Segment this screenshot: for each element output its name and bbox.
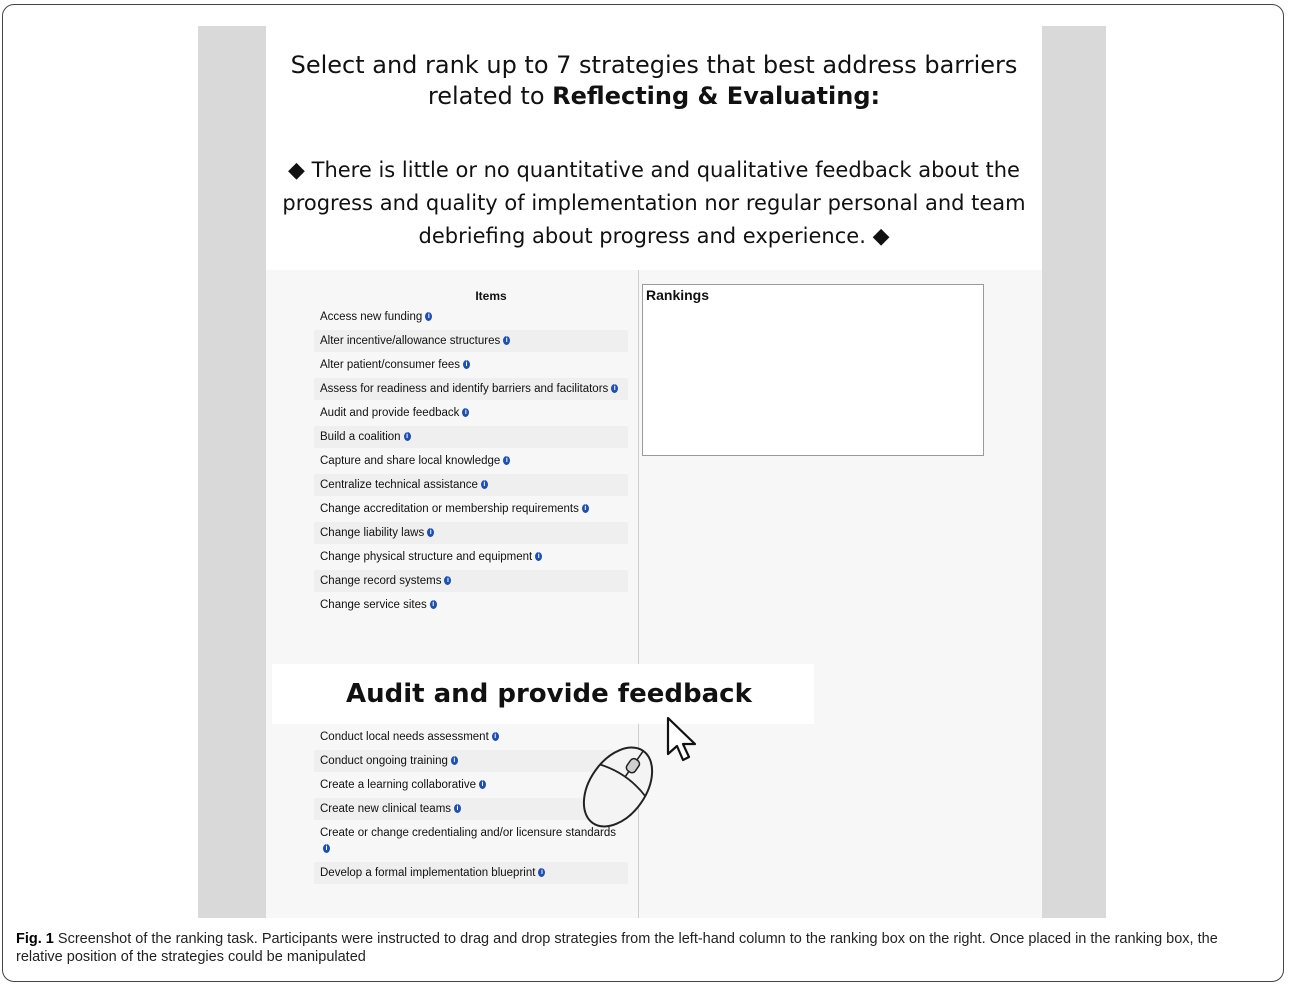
list-item[interactable]: Change service sites i <box>314 594 628 616</box>
prompt-line-1: Select and rank up to 7 strategies that … <box>290 51 1018 79</box>
rankings-dropzone[interactable]: Rankings <box>642 284 984 456</box>
list-item[interactable]: Change liability laws i <box>314 522 628 544</box>
figure-caption: Fig. 1 Screenshot of the ranking task. P… <box>16 930 1266 966</box>
ranking-page: Select and rank up to 7 strategies that … <box>266 26 1042 918</box>
list-item-label: Develop a formal implementation blueprin… <box>320 867 536 879</box>
list-item[interactable]: Audit and provide feedback i <box>314 402 628 424</box>
info-icon[interactable]: i <box>454 804 462 814</box>
list-item-label: Conduct ongoing training <box>320 755 448 767</box>
mouse-icon <box>582 746 654 828</box>
info-icon[interactable]: i <box>403 432 411 442</box>
list-item-label: Access new funding <box>320 311 423 323</box>
caption-label: Fig. 1 <box>16 931 54 947</box>
list-item[interactable]: Centralize technical assistance i <box>314 474 628 496</box>
info-icon[interactable]: i <box>444 576 452 586</box>
info-icon[interactable]: i <box>480 480 488 490</box>
info-icon[interactable]: i <box>427 528 435 538</box>
list-item-label: Create new clinical teams <box>320 803 452 815</box>
list-item-label: Conduct local needs assessment <box>320 731 489 743</box>
list-item-label: Alter patient/consumer fees <box>320 359 460 371</box>
caption-text: Screenshot of the ranking task. Particip… <box>16 931 1218 965</box>
diamond-icon: ◆ <box>288 158 305 183</box>
list-item-label: Audit and provide feedback <box>320 407 460 419</box>
rankings-label: Rankings <box>646 287 710 303</box>
info-icon[interactable]: i <box>429 600 437 610</box>
prompt-text: Select and rank up to 7 strategies that … <box>266 50 1042 112</box>
list-item[interactable]: Build a coalition i <box>314 426 628 448</box>
info-icon[interactable]: i <box>535 552 543 562</box>
barrier-line-3: debriefing about progress and experience… <box>418 224 866 248</box>
list-item-label: Centralize technical assistance <box>320 479 478 491</box>
list-item[interactable]: Access new funding i <box>314 306 628 328</box>
list-item[interactable]: Change accreditation or membership requi… <box>314 498 628 520</box>
dragged-item-banner[interactable]: Audit and provide feedback <box>272 664 814 724</box>
cursor-pointer-icon <box>666 716 697 762</box>
item-list: Access new funding i Alter incentive/allow… <box>314 306 628 616</box>
list-item-label: Change record systems <box>320 575 442 587</box>
list-item[interactable]: Change physical structure and equipment i <box>314 546 628 568</box>
list-item[interactable]: Change record systems i <box>314 570 628 592</box>
list-item-label: Assess for readiness and identify barrie… <box>320 383 609 395</box>
info-icon[interactable]: i <box>491 732 499 742</box>
info-icon[interactable]: i <box>478 780 486 790</box>
list-item[interactable]: Develop a formal implementation blueprin… <box>314 862 628 884</box>
instruction-banner: Select and rank up to 7 strategies that … <box>266 26 1042 270</box>
info-icon[interactable]: i <box>503 456 511 466</box>
barrier-line-1: There is little or no quantitative and q… <box>311 158 1020 182</box>
list-item-label: Change liability laws <box>320 527 425 539</box>
info-icon[interactable]: i <box>581 504 589 514</box>
prompt-category: Reflecting & Evaluating: <box>552 82 881 110</box>
barrier-line-2: progress and quality of implementation n… <box>282 191 1026 215</box>
prompt-line-2: related to <box>427 82 553 110</box>
list-item-label: Capture and share local knowledge <box>320 455 501 467</box>
list-item-label: Create a learning collaborative <box>320 779 476 791</box>
info-icon[interactable]: i <box>323 844 330 854</box>
info-icon[interactable]: i <box>462 408 470 418</box>
list-item[interactable]: Capture and share local knowledge i <box>314 450 628 472</box>
info-icon[interactable]: i <box>611 384 619 394</box>
list-item-label: Change service sites <box>320 599 427 611</box>
items-title: Items <box>475 289 507 303</box>
list-item-label: Alter incentive/allowance structures <box>320 335 501 347</box>
list-item[interactable]: Assess for readiness and identify barrie… <box>314 378 628 400</box>
list-item[interactable]: Alter patient/consumer fees i <box>314 354 628 376</box>
list-item[interactable]: Alter incentive/allowance structures i <box>314 330 628 352</box>
info-icon[interactable]: i <box>538 868 546 878</box>
list-item-label: Change accreditation or membership requi… <box>320 503 579 515</box>
screenshot-area: Select and rank up to 7 strategies that … <box>198 26 1106 918</box>
barrier-text: ◆ There is little or no quantitative and… <box>266 154 1042 253</box>
diamond-icon: ◆ <box>872 224 890 249</box>
info-icon[interactable]: i <box>425 312 433 322</box>
info-icon[interactable]: i <box>503 336 511 346</box>
info-icon[interactable]: i <box>463 360 470 370</box>
list-item-label: Change physical structure and equipment <box>320 551 533 563</box>
list-item-label: Build a coalition <box>320 431 401 443</box>
info-icon[interactable]: i <box>450 756 458 766</box>
